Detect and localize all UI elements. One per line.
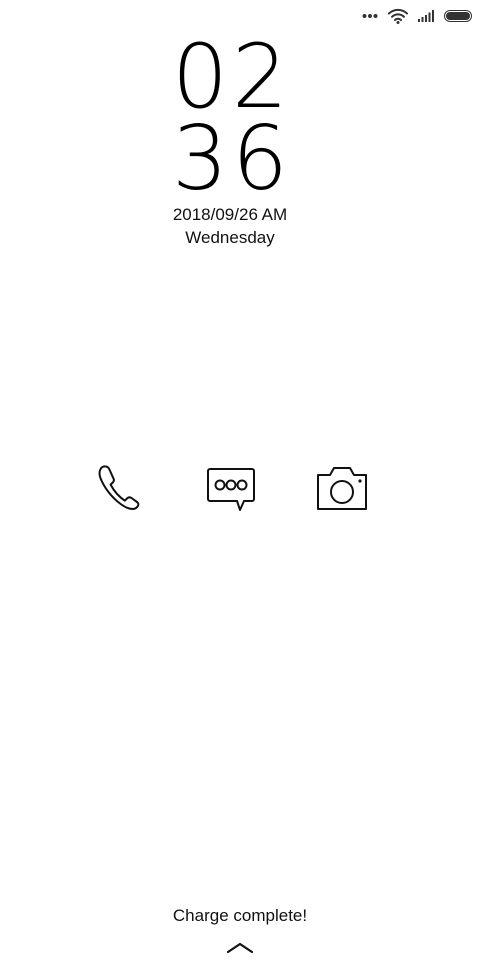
phone-shortcut-button[interactable]	[90, 460, 150, 520]
message-shortcut-button[interactable]	[201, 460, 261, 520]
lockscreen-clock: 02 36	[152, 25, 312, 210]
message-icon	[204, 463, 258, 518]
date-text: 2018/09/26 AM	[172, 205, 288, 224]
unlock-swipe-handle[interactable]	[222, 938, 258, 956]
clock-minutes: 36	[172, 107, 292, 210]
wifi-icon	[388, 8, 408, 24]
charge-status-text: Charge complete!	[172, 906, 308, 925]
camera-icon	[314, 463, 370, 518]
more-dots-icon	[362, 13, 378, 19]
chevron-up-icon	[222, 942, 258, 960]
weekday-text: Wednesday	[185, 228, 275, 247]
signal-icon	[418, 10, 434, 22]
clock-hours: 02	[172, 25, 292, 128]
camera-shortcut-button[interactable]	[312, 460, 372, 520]
phone-icon	[93, 461, 147, 520]
battery-icon	[444, 10, 472, 22]
status-icons	[362, 6, 472, 26]
